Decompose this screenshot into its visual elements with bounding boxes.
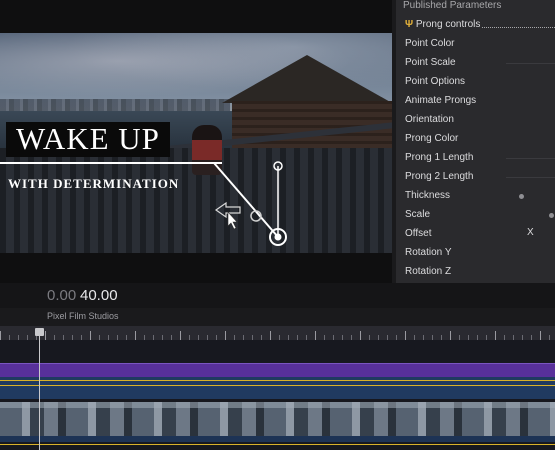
audio-strip[interactable] bbox=[0, 436, 555, 442]
offset-x-label: X bbox=[527, 227, 534, 238]
param-point-options[interactable]: Point Options bbox=[405, 76, 465, 87]
param-rotation-y[interactable]: Rotation Y bbox=[405, 247, 452, 258]
prong-icon: Ψ bbox=[405, 19, 414, 30]
inspector-header: Published Parameters bbox=[403, 0, 502, 11]
param-point-color[interactable]: Point Color bbox=[405, 38, 454, 49]
param-prong-color[interactable]: Prong Color bbox=[405, 133, 458, 144]
video-viewer[interactable]: WAKE UP WITH DETERMINATION bbox=[0, 0, 392, 283]
dotted-leader bbox=[482, 27, 555, 28]
param-label: Prong controls bbox=[415, 19, 481, 30]
param-scale[interactable]: Scale bbox=[405, 209, 430, 220]
playhead[interactable] bbox=[39, 332, 40, 450]
project-name: Pixel Film Studios bbox=[47, 311, 119, 321]
anchor-dot bbox=[274, 233, 282, 241]
param-prong1-length[interactable]: Prong 1 Length bbox=[405, 152, 473, 163]
timeline-ruler-major-ticks bbox=[0, 326, 555, 340]
param-slider-track[interactable] bbox=[506, 158, 555, 159]
timecode-bright[interactable]: 40.00 bbox=[80, 287, 118, 304]
param-point-scale[interactable]: Point Scale bbox=[405, 57, 456, 68]
onscreen-controls bbox=[213, 161, 287, 246]
filmstrip-highlight bbox=[0, 402, 555, 408]
selection-line bbox=[0, 444, 555, 445]
mouse-cursor-icon bbox=[227, 211, 238, 230]
param-slider-track[interactable] bbox=[506, 63, 555, 64]
param-slider-track[interactable] bbox=[506, 177, 555, 178]
param-rotation-z[interactable]: Rotation Z bbox=[405, 266, 451, 277]
prong-line bbox=[213, 162, 279, 238]
param-offset[interactable]: Offset bbox=[405, 228, 432, 239]
timecode-dim: 0.00 bbox=[47, 287, 77, 304]
param-prong-controls[interactable]: Ψ Prong controls bbox=[405, 19, 480, 30]
thickness-slider-knob[interactable] bbox=[519, 194, 524, 199]
param-animate-prongs[interactable]: Animate Prongs bbox=[405, 95, 476, 106]
param-orientation[interactable]: Orientation bbox=[405, 114, 454, 125]
inspector-panel: Published Parameters Ψ Prong controls Po… bbox=[396, 0, 555, 283]
selection-line bbox=[0, 385, 555, 386]
param-prong2-length[interactable]: Prong 2 Length bbox=[405, 171, 473, 182]
param-thickness[interactable]: Thickness bbox=[405, 190, 450, 201]
title-clip[interactable] bbox=[0, 363, 555, 378]
selection-line bbox=[0, 380, 555, 381]
scale-slider-knob[interactable] bbox=[549, 213, 554, 218]
